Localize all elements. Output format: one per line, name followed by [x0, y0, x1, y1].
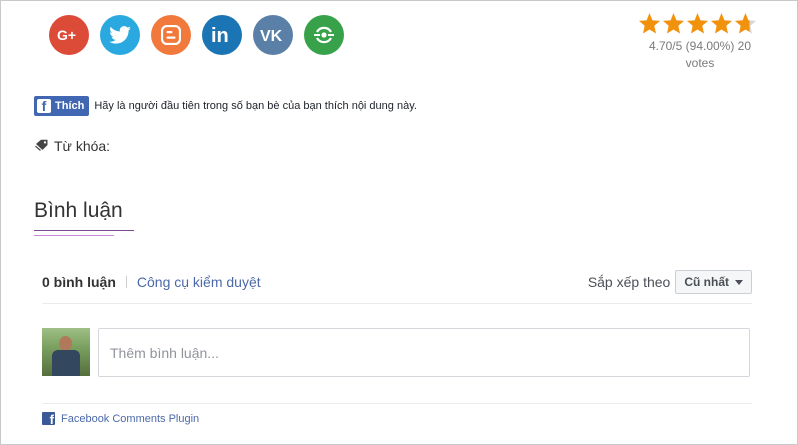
- google-plus-button[interactable]: G+: [49, 15, 89, 55]
- like-button-label: Thích: [55, 100, 85, 112]
- facebook-comments-plugin-link[interactable]: Facebook Comments Plugin: [61, 413, 199, 425]
- tag-icon: [35, 138, 49, 154]
- share-button[interactable]: [304, 15, 344, 55]
- twitter-button[interactable]: [100, 15, 140, 55]
- facebook-like-button[interactable]: f Thích: [34, 96, 90, 116]
- linkedin-button[interactable]: in: [202, 15, 242, 55]
- star-icon[interactable]: [638, 12, 661, 35]
- comment-count: 0 bình luận: [42, 274, 116, 290]
- svg-text:in: in: [211, 25, 229, 45]
- star-icon[interactable]: [734, 12, 757, 35]
- toolbar-divider: [42, 303, 752, 304]
- vk-button[interactable]: VK: [253, 15, 293, 55]
- blogger-button[interactable]: [151, 15, 191, 55]
- rating-summary: 4.70/5 (94.00%) 20 votes: [638, 38, 762, 72]
- keywords-label: Từ khóa:: [54, 138, 111, 154]
- comments-toolbar: 0 bình luận Công cụ kiểm duyệt Sắp xếp t…: [42, 270, 752, 294]
- sort-selected-value: Cũ nhất: [684, 275, 729, 289]
- google-plus-icon: G+: [57, 27, 81, 43]
- blogger-icon: [161, 25, 181, 45]
- sort-control: Sắp xếp theo Cũ nhất: [588, 270, 752, 294]
- comment-input[interactable]: Thêm bình luận...: [98, 328, 750, 377]
- svg-text:VK: VK: [260, 28, 283, 43]
- heading-underline-accent: [34, 235, 114, 236]
- avatar: [42, 328, 90, 376]
- moderation-tools-link[interactable]: Công cụ kiểm duyệt: [137, 274, 261, 290]
- rating-votes-text: votes: [685, 56, 715, 70]
- facebook-like-widget: f Thích Hãy là người đầu tiên trong số b…: [34, 96, 417, 116]
- twitter-bird-icon: [109, 26, 131, 44]
- star-icon[interactable]: [686, 12, 709, 35]
- svg-text:G+: G+: [57, 27, 76, 43]
- comments-heading: Bình luận: [34, 199, 123, 222]
- linkedin-icon: in: [210, 25, 234, 45]
- sort-label: Sắp xếp theo: [587, 274, 671, 290]
- like-social-text: Hãy là người đầu tiên trong số bạn bè củ…: [94, 100, 417, 112]
- facebook-logo-icon: f: [37, 99, 51, 113]
- plugin-footer: f Facebook Comments Plugin: [42, 412, 199, 425]
- rating-score-text: 4.70/5 (94.00%) 20: [648, 39, 752, 53]
- social-share-bar: G+ in VK: [49, 15, 344, 55]
- keywords-row: Từ khóa:: [35, 138, 110, 154]
- facebook-icon: f: [42, 412, 55, 425]
- rating-stars[interactable]: [638, 12, 762, 35]
- sort-dropdown[interactable]: Cũ nhất: [675, 270, 752, 294]
- toolbar-separator: [125, 276, 127, 288]
- footer-divider: [42, 403, 752, 404]
- caret-down-icon: [735, 279, 743, 285]
- heading-underline: [34, 230, 134, 231]
- star-icon[interactable]: [662, 12, 685, 35]
- vk-icon: VK: [260, 27, 286, 43]
- star-rating-widget: 4.70/5 (94.00%) 20 votes: [638, 12, 762, 72]
- share-target-icon: [313, 24, 335, 46]
- star-icon[interactable]: [710, 12, 733, 35]
